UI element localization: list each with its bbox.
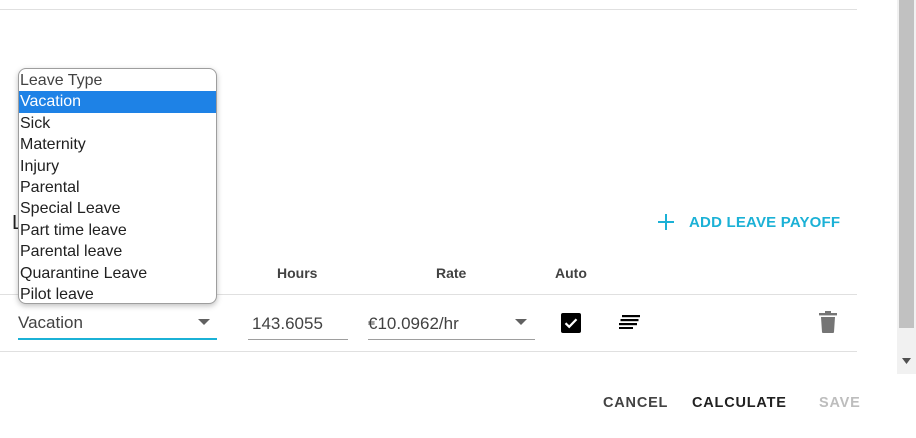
dropdown-option-maternity[interactable]: Maternity	[19, 134, 216, 155]
dropdown-option-part-time-leave[interactable]: Part time leave	[19, 220, 216, 241]
rate-value: €10.0962/hr	[368, 314, 459, 333]
scroll-down-arrow-icon[interactable]	[897, 352, 916, 370]
save-button[interactable]: SAVE	[819, 395, 861, 411]
add-leave-payoff-button[interactable]: ADD LEAVE PAYOFF	[655, 211, 840, 233]
add-leave-payoff-label: ADD LEAVE PAYOFF	[689, 213, 841, 231]
dropdown-option-parental-leave[interactable]: Parental leave	[19, 241, 216, 262]
checkmark-icon	[564, 318, 578, 329]
dropdown-option-sick[interactable]: Sick	[19, 113, 216, 134]
row-divider	[0, 351, 857, 352]
dropdown-option-special-leave[interactable]: Special Leave	[19, 198, 216, 219]
leave-type-select[interactable]: Vacation	[18, 305, 217, 340]
auto-checkbox[interactable]	[561, 313, 581, 333]
top-divider	[0, 9, 857, 10]
delete-icon[interactable]	[819, 311, 837, 333]
leave-type-value: Vacation	[18, 313, 83, 332]
rate-select[interactable]: €10.0962/hr	[368, 305, 535, 340]
cancel-button[interactable]: CANCEL	[603, 395, 668, 411]
column-header-rate: Rate	[436, 265, 467, 281]
chevron-down-icon	[515, 319, 527, 325]
dropdown-option-injury[interactable]: Injury	[19, 156, 216, 177]
dropdown-option-leave-type: Leave Type	[20, 72, 103, 89]
dropdown-option-vacation[interactable]: Vacation	[19, 91, 216, 113]
calculate-button[interactable]: CALCULATE	[692, 395, 787, 411]
dropdown-option-pilot-leave[interactable]: Pilot leave	[19, 284, 216, 303]
hours-input[interactable]: 143.6055	[248, 305, 348, 340]
dropdown-option-parental[interactable]: Parental	[19, 177, 216, 198]
column-header-hours: Hours	[277, 265, 318, 281]
dropdown-option-quarantine-leave[interactable]: Quarantine Leave	[19, 263, 216, 284]
column-header-auto: Auto	[555, 265, 587, 281]
notes-icon[interactable]	[619, 315, 640, 329]
hours-value: 143.6055	[252, 314, 323, 333]
chevron-down-icon	[198, 319, 210, 325]
scrollbar-thumb[interactable]	[899, 0, 914, 328]
leave-type-dropdown[interactable]: Leave Type Vacation Sick Maternity Injur…	[18, 68, 217, 304]
plus-icon	[658, 214, 674, 230]
